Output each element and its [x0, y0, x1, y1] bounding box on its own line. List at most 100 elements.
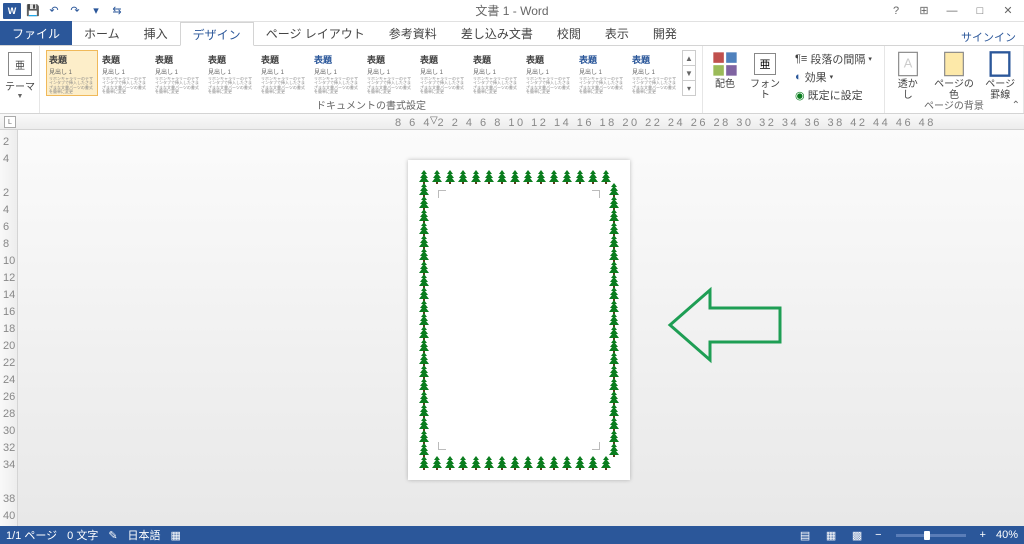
- style-gallery-item[interactable]: 表題見出し 1リボンギャラリーのデザインタブで挿入したさまざまな文書パーツの書式…: [364, 50, 416, 96]
- minimize-icon[interactable]: —: [940, 2, 964, 20]
- tree-border-icon: [418, 352, 430, 366]
- gallery-up-icon[interactable]: ▲: [683, 51, 695, 66]
- style-gallery-item[interactable]: 表題見出し 1リボンギャラリーのデザインタブで挿入したさまざまな文書パーツの書式…: [470, 50, 522, 96]
- fonts-icon: 亜: [751, 50, 779, 78]
- margin-corner-br: [592, 442, 600, 450]
- style-gallery-item[interactable]: 表題見出し 1リボンギャラリーのデザインタブで挿入したさまざまな文書パーツの書式…: [46, 50, 98, 96]
- gallery-down-icon[interactable]: ▼: [683, 66, 695, 81]
- tree-border-icon: [574, 456, 586, 470]
- tab-insert[interactable]: 挿入: [132, 21, 180, 45]
- page-count[interactable]: 1/1 ページ: [6, 527, 57, 543]
- tree-border-icon: [418, 196, 430, 210]
- tab-selector[interactable]: L: [4, 116, 16, 128]
- help-icon[interactable]: ?: [884, 2, 908, 20]
- macro-icon[interactable]: ▦: [171, 529, 181, 542]
- set-default-button[interactable]: ◉既定に設定: [791, 86, 876, 104]
- watermark-button[interactable]: A 透かし: [889, 48, 927, 103]
- undo-icon[interactable]: ↶: [44, 2, 64, 20]
- collapse-ribbon-icon[interactable]: ⌃: [1012, 100, 1020, 111]
- maximize-icon[interactable]: □: [968, 2, 992, 20]
- proofing-icon[interactable]: ✎: [108, 529, 117, 542]
- page-borders-icon: [986, 50, 1014, 78]
- zoom-level[interactable]: 40%: [996, 529, 1018, 541]
- watermark-icon: A: [894, 50, 922, 78]
- tree-border-icon: [608, 391, 620, 405]
- style-gallery-item[interactable]: 表題見出し 1リボンギャラリーのデザインタブで挿入したさまざまな文書パーツの書式…: [576, 50, 628, 96]
- tab-view[interactable]: 表示: [593, 21, 641, 45]
- sign-in-link[interactable]: サインイン: [961, 29, 1024, 45]
- save-icon[interactable]: 💾: [23, 2, 43, 20]
- fonts-button[interactable]: 亜 フォント: [743, 48, 787, 106]
- tab-references[interactable]: 参考資料: [377, 21, 449, 45]
- tree-border-icon: [608, 326, 620, 340]
- tree-border-icon: [600, 456, 612, 470]
- tree-border-icon: [418, 222, 430, 236]
- style-gallery-item[interactable]: 表題見出し 1リボンギャラリーのデザインタブで挿入したさまざまな文書パーツの書式…: [523, 50, 575, 96]
- themes-group: 亜 テーマ ▼: [0, 46, 40, 113]
- margin-corner-tl: [438, 190, 446, 198]
- vertical-ruler[interactable]: 242468101214161820222426283032343840: [0, 130, 18, 526]
- word-count[interactable]: 0 文字: [67, 527, 98, 543]
- document-title: 文書 1 - Word: [475, 2, 548, 19]
- tab-file[interactable]: ファイル: [0, 21, 72, 45]
- page-background-label: ページの背景: [885, 97, 1023, 112]
- tree-border-icon: [418, 339, 430, 353]
- word-app-icon[interactable]: W: [2, 2, 22, 20]
- tree-border-icon: [522, 170, 534, 184]
- tree-border-icon: [608, 235, 620, 249]
- style-gallery-item[interactable]: 表題見出し 1リボンギャラリーのデザインタブで挿入したさまざまな文書パーツの書式…: [99, 50, 151, 96]
- document-canvas: 242468101214161820222426283032343840: [0, 130, 1024, 526]
- tree-border-icon: [561, 170, 573, 184]
- touch-mode-icon[interactable]: ⇆: [107, 2, 127, 20]
- default-icon: ◉: [795, 89, 805, 102]
- redo-icon[interactable]: ↷: [65, 2, 85, 20]
- zoom-out-icon[interactable]: −: [875, 529, 881, 541]
- zoom-in-icon[interactable]: +: [980, 529, 986, 541]
- tree-border-icon: [548, 456, 560, 470]
- tree-border-icon: [483, 456, 495, 470]
- tab-design[interactable]: デザイン: [180, 22, 254, 46]
- gallery-more-icon[interactable]: ▾: [683, 81, 695, 95]
- web-layout-icon[interactable]: ▩: [849, 528, 865, 542]
- page-art-border: [418, 170, 620, 470]
- qat-dropdown-icon[interactable]: ▾: [86, 2, 106, 20]
- tree-border-icon: [608, 313, 620, 327]
- tree-border-icon: [600, 170, 612, 184]
- window-controls: ? ⊞ — □ ✕: [884, 2, 1024, 20]
- horizontal-ruler[interactable]: L ▽ 8 6 4 2 2 4 6 8 10 12 14 16 18 20 22…: [0, 114, 1024, 130]
- tab-home[interactable]: ホーム: [72, 21, 132, 45]
- ribbon-options-icon[interactable]: ⊞: [912, 2, 936, 20]
- style-gallery-item[interactable]: 表題見出し 1リボンギャラリーのデザインタブで挿入したさまざまな文書パーツの書式…: [152, 50, 204, 96]
- style-gallery-item[interactable]: 表題見出し 1リボンギャラリーのデザインタブで挿入したさまざまな文書パーツの書式…: [258, 50, 310, 96]
- page-color-button[interactable]: ページの色: [927, 48, 982, 103]
- annotation-arrow: [660, 280, 790, 370]
- style-gallery-item[interactable]: 表題見出し 1リボンギャラリーのデザインタブで挿入したさまざまな文書パーツの書式…: [417, 50, 469, 96]
- tree-border-icon: [418, 183, 430, 197]
- tab-review[interactable]: 校閲: [545, 21, 593, 45]
- tree-border-icon: [608, 430, 620, 444]
- language-indicator[interactable]: 日本語: [128, 527, 161, 543]
- tree-border-icon: [608, 209, 620, 223]
- zoom-slider[interactable]: [896, 534, 966, 537]
- style-gallery-item[interactable]: 表題見出し 1リボンギャラリーのデザインタブで挿入したさまざまな文書パーツの書式…: [311, 50, 363, 96]
- tab-mailings[interactable]: 差し込み文書: [449, 21, 545, 45]
- tree-border-icon: [608, 365, 620, 379]
- tree-border-icon: [418, 326, 430, 340]
- paragraph-spacing-button[interactable]: ¶≡段落の間隔▾: [791, 50, 876, 68]
- effects-button[interactable]: ◐効果▾: [791, 68, 876, 86]
- spacing-icon: ¶≡: [795, 53, 807, 65]
- effects-label: 効果: [805, 69, 827, 85]
- page-borders-button[interactable]: ページ 罫線: [981, 48, 1019, 103]
- quick-access-toolbar: W 💾 ↶ ↷ ▾ ⇆: [0, 2, 127, 20]
- style-gallery-item[interactable]: 表題見出し 1リボンギャラリーのデザインタブで挿入したさまざまな文書パーツの書式…: [629, 50, 681, 96]
- print-layout-icon[interactable]: ▦: [823, 528, 839, 542]
- themes-button[interactable]: 亜 テーマ ▼: [4, 48, 36, 100]
- close-icon[interactable]: ✕: [996, 2, 1020, 20]
- read-mode-icon[interactable]: ▤: [797, 528, 813, 542]
- style-gallery-item[interactable]: 表題見出し 1リボンギャラリーのデザインタブで挿入したさまざまな文書パーツの書式…: [205, 50, 257, 96]
- colors-button[interactable]: 配色: [707, 48, 743, 106]
- document-page[interactable]: [408, 160, 630, 480]
- tree-border-icon: [608, 287, 620, 301]
- tab-layout[interactable]: ページ レイアウト: [254, 21, 377, 45]
- tab-developer[interactable]: 開発: [641, 21, 689, 45]
